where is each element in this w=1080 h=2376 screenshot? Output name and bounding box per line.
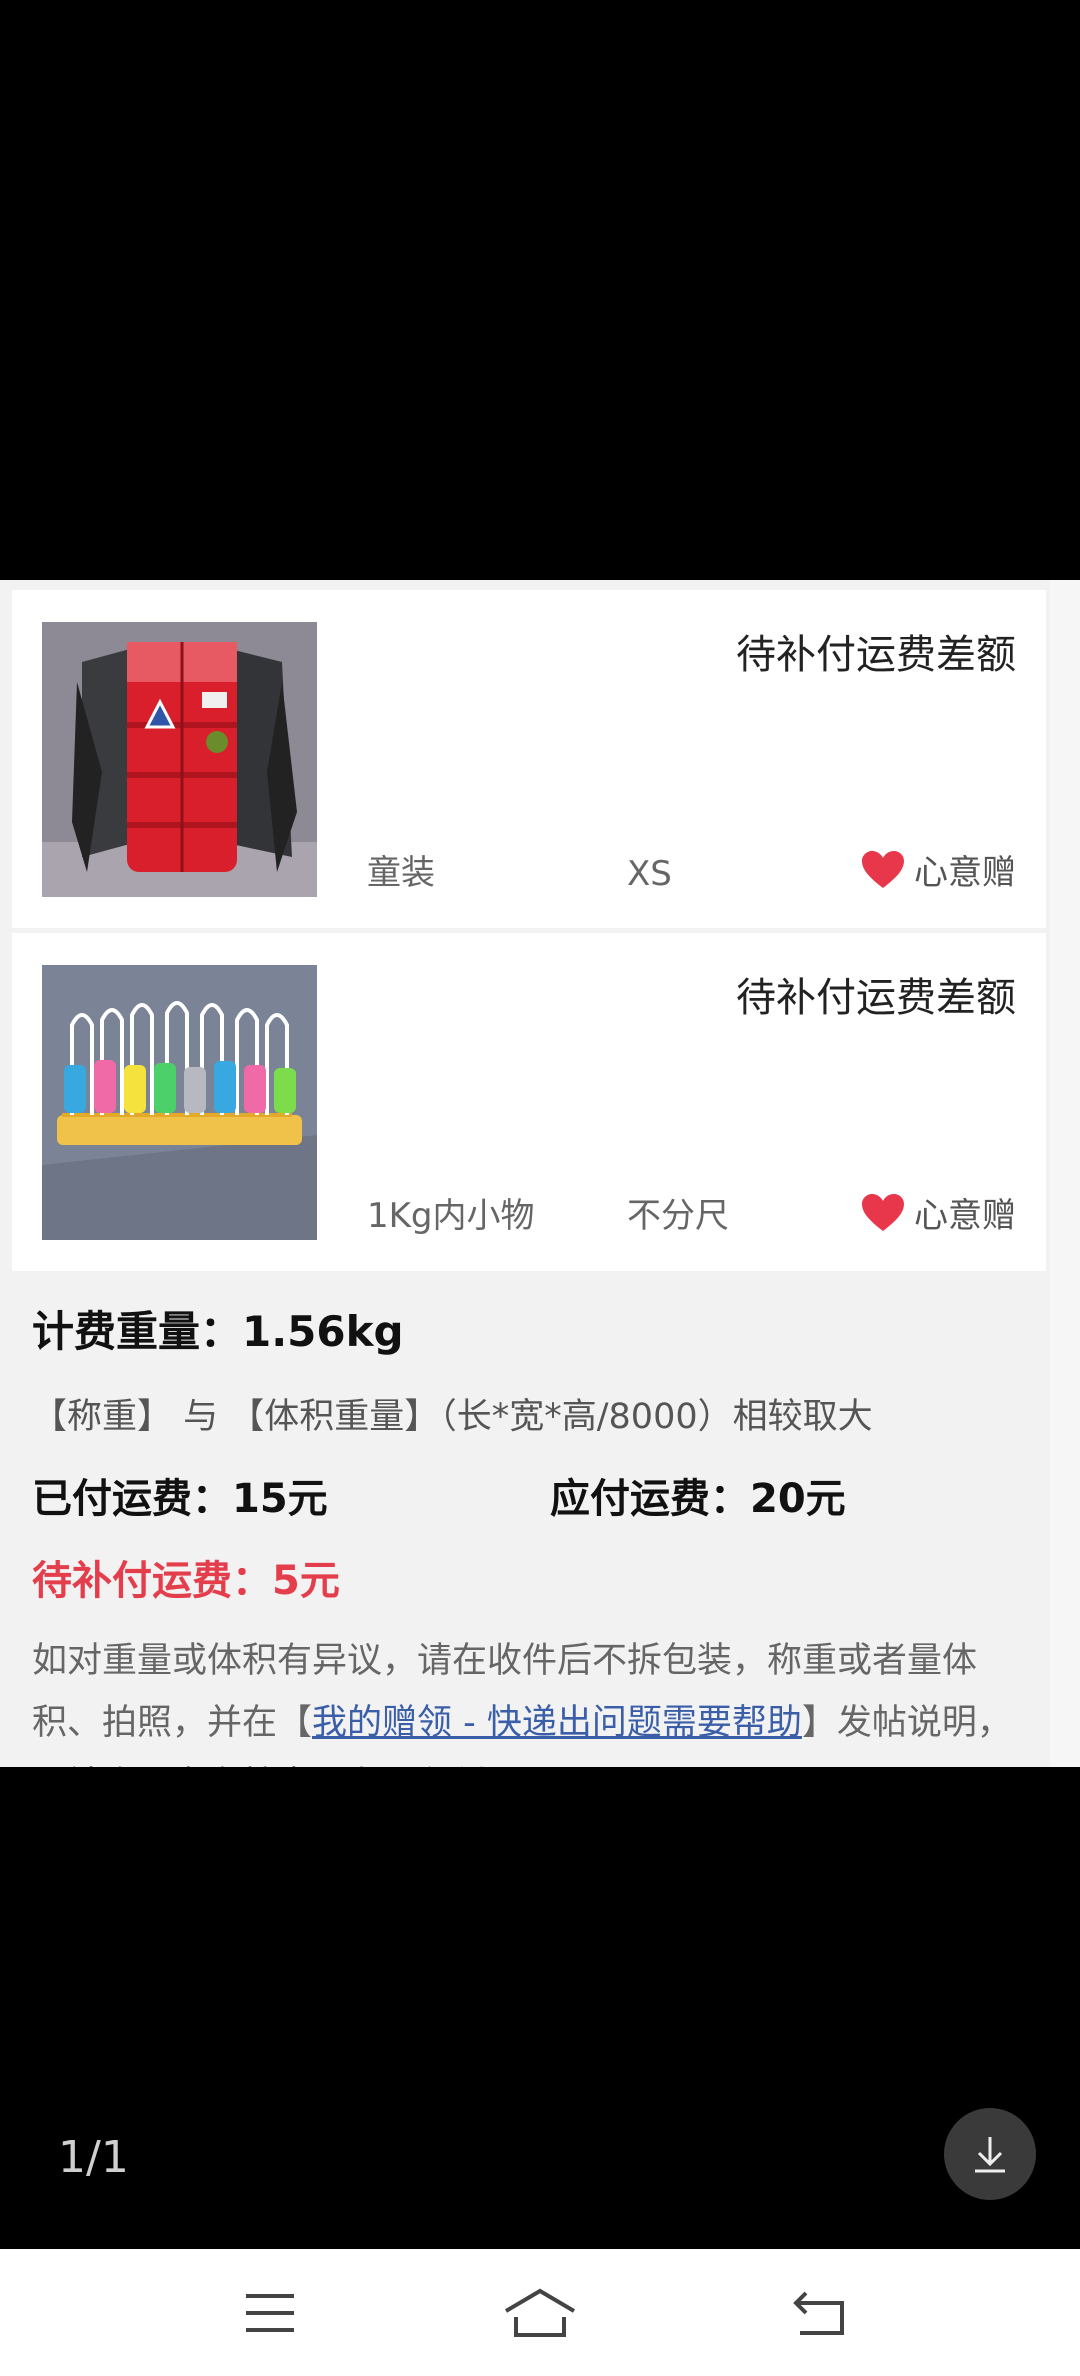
system-nav-bar bbox=[0, 2249, 1080, 2376]
paid-shipping: 已付运费：15元 bbox=[32, 1476, 328, 1522]
image-viewer-top-area bbox=[0, 0, 1080, 580]
gift-type-label: 心意赠 bbox=[914, 1196, 1016, 1236]
dispute-notice: 如对重量或体积有异议，请在收件后不拆包装，称重或者量体积、拍照，并在【我的赠领 … bbox=[32, 1630, 1042, 1767]
due-shipping: 应付运费：20元 bbox=[550, 1476, 846, 1522]
menu-icon bbox=[246, 2293, 294, 2332]
download-icon bbox=[975, 2137, 1005, 2173]
scrollbar-strip bbox=[1050, 580, 1080, 1767]
gift-type-badge: 心意赠 bbox=[860, 845, 1016, 894]
owed-shipping: 待补付运费：5元 bbox=[32, 1558, 340, 1604]
back-icon bbox=[793, 2291, 844, 2335]
weight-rule: 【称重】 与 【体积重量】（长*宽*高/8000）相较取大 bbox=[32, 1397, 873, 1437]
page-indicator: 1/1 bbox=[58, 2132, 129, 2183]
gift-type-label: 心意赠 bbox=[914, 853, 1016, 893]
item-status: 待补付运费差额 bbox=[736, 975, 1016, 1021]
item-photo-jacket bbox=[42, 622, 317, 897]
gift-item-card[interactable]: 待补付运费差额 1Kg内小物 不分尺 心意赠 bbox=[12, 933, 1046, 1271]
gift-item-card[interactable]: 待补付运费差额 童装 XS 心意赠 bbox=[12, 590, 1046, 928]
help-link[interactable]: 我的赠领 - 快递出问题需要帮助 bbox=[312, 1703, 802, 1743]
image-viewer-bottom-area bbox=[0, 1767, 1080, 2249]
charge-weight: 计费重量：1.56kg bbox=[32, 1307, 404, 1356]
back-button[interactable] bbox=[720, 2249, 920, 2376]
screenshot-content: 待补付运费差额 童装 XS 心意赠 待补付运费差额 1Kg内小物 不分尺 心意赠… bbox=[0, 580, 1080, 1767]
download-button[interactable] bbox=[944, 2108, 1036, 2200]
heart-icon bbox=[862, 850, 904, 888]
item-photo-abacus bbox=[42, 965, 317, 1240]
item-category: 童装 bbox=[367, 853, 435, 893]
item-size: XS bbox=[627, 854, 672, 894]
gift-type-badge: 心意赠 bbox=[860, 1188, 1016, 1237]
item-size: 不分尺 bbox=[627, 1196, 729, 1236]
item-category: 1Kg内小物 bbox=[367, 1196, 535, 1236]
menu-button[interactable] bbox=[170, 2249, 370, 2376]
heart-icon bbox=[862, 1193, 904, 1231]
home-button[interactable] bbox=[440, 2249, 640, 2376]
home-icon bbox=[504, 2288, 576, 2337]
item-status: 待补付运费差额 bbox=[736, 632, 1016, 678]
